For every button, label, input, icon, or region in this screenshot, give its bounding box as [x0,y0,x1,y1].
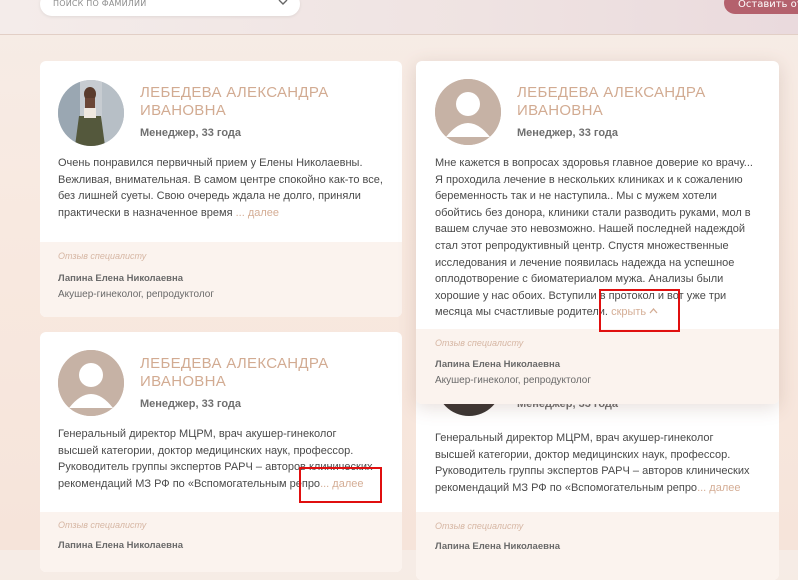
reviewer-name: ЛЕБЕДЕВА АЛЕКСАНДРА ИВАНОВНА [140,355,329,391]
user-icon [435,79,501,145]
review-text-line: беременность так и не наступила.. Мы с м… [435,190,717,203]
review-text-line: Генеральный директор МЦРМ, врач акушер-г… [435,432,714,444]
review-card: ЛЕБЕДЕВА АЛЕКСАНДРА ИВАНОВНА Менеджер, 3… [40,61,402,317]
reviewer-name-line: ИВАНОВНА [517,102,604,119]
review-text-line: практически в назначенное время [58,206,233,219]
review-text-line: высшей категории, доктор медицинских нау… [58,444,354,457]
doctor-name[interactable]: Лапина Елена Николаевна [58,540,183,551]
reviewer-name-line: ЛЕБЕДЕВА АЛЕКСАНДРА [140,355,329,372]
user-icon [58,350,124,416]
read-more-link[interactable]: ... далее [236,207,279,219]
review-text-line: высшей категории, доктор медицинских нау… [435,448,731,461]
review-text-line: рекомендаций МЗ РФ по «Вспомогательным р… [435,481,698,494]
highlight-box-collapse [599,289,680,332]
avatar-placeholder [58,350,124,416]
review-text: Генеральный директор МЦРМ, врач акушер-г… [435,430,770,496]
search-placeholder: ПОИСК ПО ФАМИЛИИ [53,0,147,8]
review-text-line: Мне кажется в вопросах здоровья главное … [435,157,753,169]
read-more-link[interactable]: ... далее [697,482,740,494]
doctor-name[interactable]: Лапина Елена Николаевна [58,273,183,284]
reviewer-name-line: ИВАНОВНА [140,102,227,119]
review-text-line: обойтись без донора, клиники стали разво… [435,206,751,219]
reviewer-name-line: ИВАНОВНА [140,373,227,390]
chevron-down-icon [278,0,288,5]
top-bar: ПОИСК ПО ФАМИЛИИ Оставить отзыв [0,0,798,35]
review-text-line: без лишней суеты. Свою очередь ждала не … [58,190,361,203]
reviewer-role: Менеджер, 33 года [140,127,242,139]
reviewer-name-line: ЛЕБЕДЕВА АЛЕКСАНДРА [140,84,329,101]
doctor-name[interactable]: Лапина Елена Николаевна [435,359,560,370]
highlight-box-read-more [299,467,382,503]
review-text-line: исследования и лечение появилась надежда… [435,256,735,269]
leave-review-label: Оставить отзыв [738,0,798,10]
review-text-line: месяца мы счастливые родители. [435,306,608,319]
review-text: Очень понравился первичный прием у Елены… [58,155,394,221]
review-to-specialist-label: Отзыв специалисту [58,520,147,530]
review-to-specialist-label: Отзыв специалисту [435,521,524,531]
avatar-placeholder [435,79,501,145]
review-text-line: Я проходила лечение в нескольких клиника… [435,173,743,186]
reviewer-name: ЛЕБЕДЕВА АЛЕКСАНДРА ИВАНОВНА [140,84,329,120]
surname-search-select[interactable]: ПОИСК ПО ФАМИЛИИ [40,0,300,16]
reviewer-name: ЛЕБЕДЕВА АЛЕКСАНДРА ИВАНОВНА [517,84,706,120]
review-card-expanded: ЛЕБЕДЕВА АЛЕКСАНДРА ИВАНОВНА Менеджер, 3… [416,61,779,404]
review-text-line: Очень понравился первичный прием у Елены… [58,157,363,169]
card-footer: Отзыв специалисту Лапина Елена Николаевн… [40,512,402,572]
doctor-specialty: Акушер-гинеколог, репродуктолог [58,289,215,300]
review-text-line: стал этот репродуктивный центр. Спустя м… [435,239,729,252]
review-text-line: вашем случае это невозможно. Нашей после… [435,223,745,236]
doctor-name[interactable]: Лапина Елена Николаевна [435,541,560,552]
review-text-line: Руководитель группы экспертов РАРЧ – авт… [435,465,750,478]
card-footer: Отзыв специалисту Лапина Елена Николаевн… [40,242,402,317]
review-to-specialist-label: Отзыв специалисту [435,338,524,348]
review-card: Менеджер, 33 года Генеральный директор М… [416,380,779,580]
reviewer-name-line: ЛЕБЕДЕВА АЛЕКСАНДРА [517,84,706,101]
review-text-line: Вежливая, внимательная. В самом центре с… [58,173,383,186]
review-card: ЛЕБЕДЕВА АЛЕКСАНДРА ИВАНОВНА Менеджер, 3… [40,332,402,572]
reviewer-role: Менеджер, 33 года [517,127,619,139]
card-footer: Отзыв специалисту Лапина Елена Николаевн… [416,329,779,404]
leave-review-button[interactable]: Оставить отзыв [724,0,798,14]
doctor-specialty: Акушер-гинеколог, репродуктолог [435,375,592,386]
review-text-line: рекомендаций МЗ РФ по «Вспомогательным р… [58,477,321,490]
card-footer: Отзыв специалисту Лапина Елена Николаевн… [416,512,779,580]
review-text-line: Генеральный директор МЦРМ, врач акушер-г… [58,428,337,440]
review-text-line: оплодотворение с биоматериалом мужа. Ана… [435,273,724,286]
review-to-specialist-label: Отзыв специалисту [58,251,147,261]
reviewer-role: Менеджер, 33 года [140,398,242,410]
avatar-photo [58,80,124,146]
